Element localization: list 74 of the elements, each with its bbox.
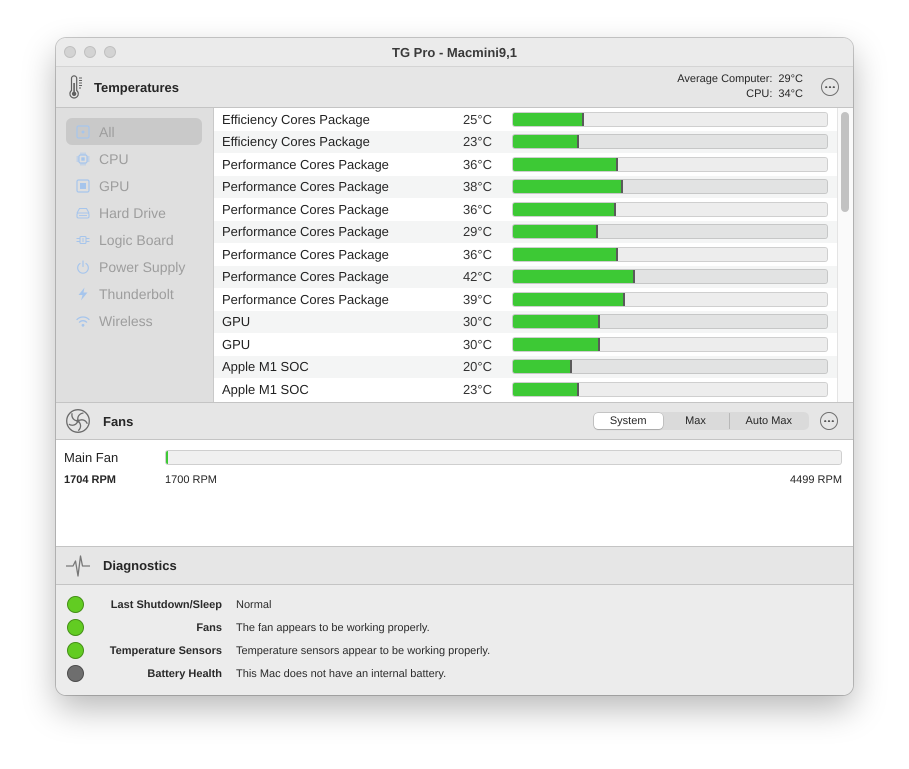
- power-icon: [76, 260, 90, 274]
- summary-value: 29°C: [778, 72, 803, 87]
- temperature-reading: 38°C: [462, 179, 492, 194]
- fan-min-speed: 1700 RPM: [165, 473, 217, 487]
- sidebar-item[interactable]: Logic Board: [66, 226, 202, 253]
- diagnostic-value: This Mac does not have an internal battery.: [236, 668, 446, 680]
- sidebar-item[interactable]: CPU: [66, 145, 202, 172]
- lightning-bolt-icon: [76, 286, 90, 300]
- sensor-name: Performance Cores Package: [222, 202, 389, 217]
- diagnostic-value: Temperature sensors appear to be working properly.: [236, 644, 490, 656]
- diagnostic-value: Normal: [236, 598, 272, 610]
- temperature-reading: 29°C: [462, 224, 492, 240]
- temperature-reading: 25°C: [462, 112, 492, 127]
- section-title: Diagnostics: [103, 558, 177, 573]
- ellipsis-icon: [824, 420, 834, 422]
- summary-label: CPU:: [746, 87, 772, 102]
- diagnostic-label: Last Shutdown/Sleep: [110, 598, 222, 610]
- sensor-name: Apple M1 SOC: [222, 382, 309, 397]
- temperature-reading: 36°C: [462, 202, 492, 217]
- temperature-reading: 30°C: [462, 336, 492, 352]
- close-button[interactable]: [64, 46, 76, 58]
- temperature-reading: 36°C: [462, 246, 492, 262]
- temperature-reading: 30°C: [462, 314, 492, 330]
- diagnostic-label: Temperature Sensors: [110, 644, 222, 656]
- pulse-icon: [66, 554, 90, 576]
- temperature-reading: 23°C: [462, 134, 492, 150]
- section-title: Fans: [103, 414, 134, 428]
- sidebar-item[interactable]: Thunderbolt: [66, 280, 202, 307]
- temperature-reading: 42°C: [462, 269, 492, 284]
- fan-mode-segment[interactable]: Max: [662, 413, 729, 429]
- more-button[interactable]: [821, 78, 839, 96]
- sensor-name: Performance Cores Package: [222, 246, 389, 262]
- sensor-name: Apple M1 SOC: [222, 359, 309, 374]
- wifi-icon: [76, 314, 90, 328]
- ellipsis-icon: [825, 86, 835, 88]
- sidebar-item[interactable]: Power Supply: [66, 253, 202, 280]
- framed-square-icon: [76, 178, 90, 192]
- temperature-reading: 20°C: [462, 359, 492, 374]
- summary-value: 34°C: [778, 87, 803, 102]
- drive-icon: [76, 206, 90, 220]
- sidebar-item[interactable]: GPU: [66, 172, 202, 199]
- sensor-name: Performance Cores Package: [222, 156, 389, 172]
- fan-mode-segment[interactable]: System: [594, 413, 663, 429]
- sensor-name: Performance Cores Package: [222, 292, 389, 307]
- sensor-name: GPU: [222, 314, 250, 330]
- temperature-reading: 36°C: [462, 156, 492, 172]
- sidebar-item[interactable]: Hard Drive: [66, 199, 202, 226]
- temperature-reading: 39°C: [462, 292, 492, 307]
- chip-icon: [76, 152, 90, 166]
- minimize-button[interactable]: [84, 46, 96, 58]
- sensor-name: Performance Cores Package: [222, 269, 389, 284]
- fan-max-speed: 4499 RPM: [790, 473, 842, 487]
- fan-speed: 1704 RPM: [64, 473, 116, 487]
- sensor-name: Efficiency Cores Package: [222, 134, 370, 150]
- scrollbar-thumb[interactable]: [841, 112, 849, 212]
- zoom-button[interactable]: [104, 46, 116, 58]
- summary-label: Average Computer:: [677, 72, 772, 87]
- sensor-name: GPU: [222, 336, 250, 352]
- diagnostic-label: Fans: [196, 622, 222, 634]
- thermometer-icon: [69, 75, 84, 99]
- temperature-reading: 23°C: [462, 382, 492, 397]
- fan-icon: [66, 409, 90, 433]
- window-title: TG Pro - Macmini9,1: [392, 44, 517, 60]
- section-title: Temperatures: [94, 80, 180, 94]
- diagnostic-label: Battery Health: [147, 668, 222, 680]
- sensor-name: Efficiency Cores Package: [222, 112, 370, 127]
- sidebar-item[interactable]: Wireless: [66, 307, 202, 334]
- fan-name: Main Fan: [64, 450, 118, 465]
- more-button[interactable]: [820, 412, 838, 430]
- sensor-name: Performance Cores Package: [222, 179, 389, 194]
- sensor-name: Performance Cores Package: [222, 224, 389, 240]
- diagnostic-value: The fan appears to be working properly.: [236, 622, 430, 634]
- fan-mode-segment[interactable]: Auto Max: [728, 413, 808, 429]
- scrollbar[interactable]: [837, 108, 853, 402]
